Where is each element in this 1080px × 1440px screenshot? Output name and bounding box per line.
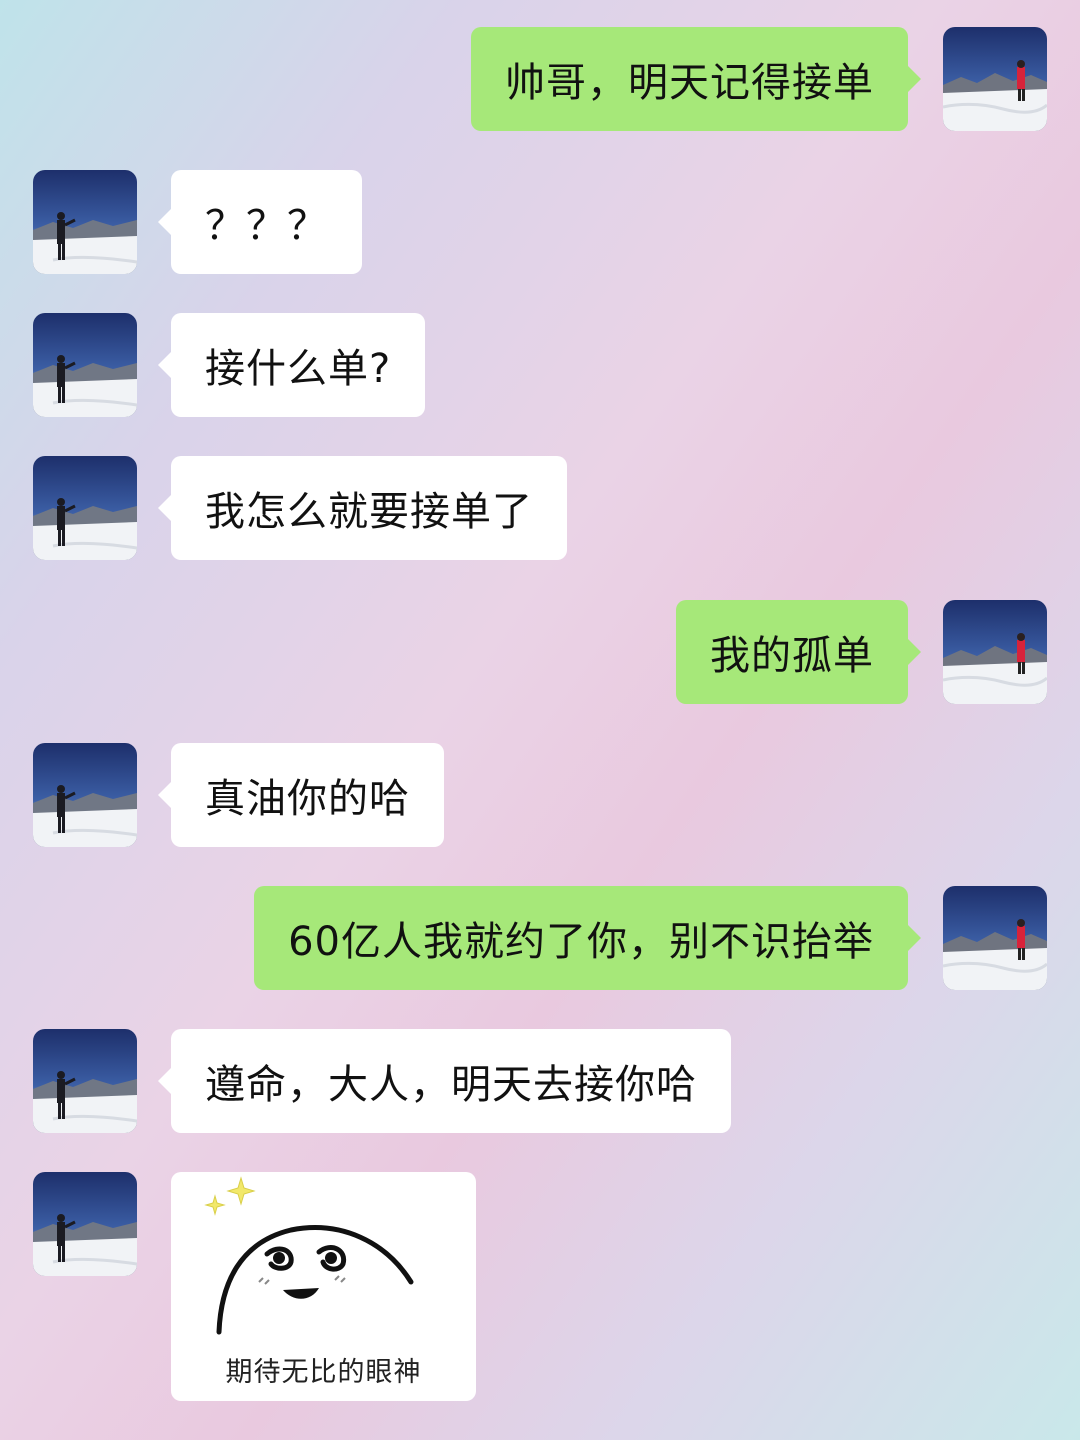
avatar-photo-icon xyxy=(33,456,137,560)
sticker-message[interactable]: 期待无比的眼神 xyxy=(171,1172,476,1401)
avatar-photo-icon xyxy=(943,27,1047,131)
chat-area: 帅哥，明天记得接单 ？？？ 接什么单? 我怎么就要接单了 我的孤单 真油你的哈 … xyxy=(0,0,1080,1440)
message-bubble-received[interactable]: 我怎么就要接单了 xyxy=(158,456,567,560)
avatar-photo-icon xyxy=(33,313,137,417)
avatar-friend[interactable] xyxy=(33,313,137,417)
avatar-photo-icon xyxy=(943,886,1047,990)
message-bubble-received[interactable]: 真油你的哈 xyxy=(158,743,444,847)
sticker-caption: 期待无比的眼神 xyxy=(225,1357,422,1388)
message-bubble-received[interactable]: 接什么单? xyxy=(157,313,426,417)
avatar-photo-icon xyxy=(943,600,1047,704)
avatar-photo-icon xyxy=(33,743,137,847)
avatar-photo-icon xyxy=(33,1172,137,1276)
message-bubble-sent[interactable]: 60亿人我就约了你，别不识抬举 xyxy=(254,886,921,990)
avatar-friend[interactable] xyxy=(33,1029,137,1133)
message-bubble-received[interactable]: 遵命，大人，明天去接你哈 xyxy=(158,1029,731,1133)
avatar-self[interactable] xyxy=(943,886,1047,990)
avatar-friend[interactable] xyxy=(33,1172,137,1276)
avatar-photo-icon xyxy=(33,1029,137,1133)
avatar-friend[interactable] xyxy=(33,743,137,847)
avatar-photo-icon xyxy=(33,170,137,274)
message-bubble-received[interactable]: ？？？ xyxy=(158,170,362,274)
avatar-self[interactable] xyxy=(943,600,1047,704)
avatar-self[interactable] xyxy=(943,27,1047,131)
avatar-friend[interactable] xyxy=(33,170,137,274)
avatar-friend[interactable] xyxy=(33,456,137,560)
message-bubble-sent[interactable]: 我的孤单 xyxy=(676,600,921,704)
message-bubble-sent[interactable]: 帅哥，明天记得接单 xyxy=(471,27,921,131)
